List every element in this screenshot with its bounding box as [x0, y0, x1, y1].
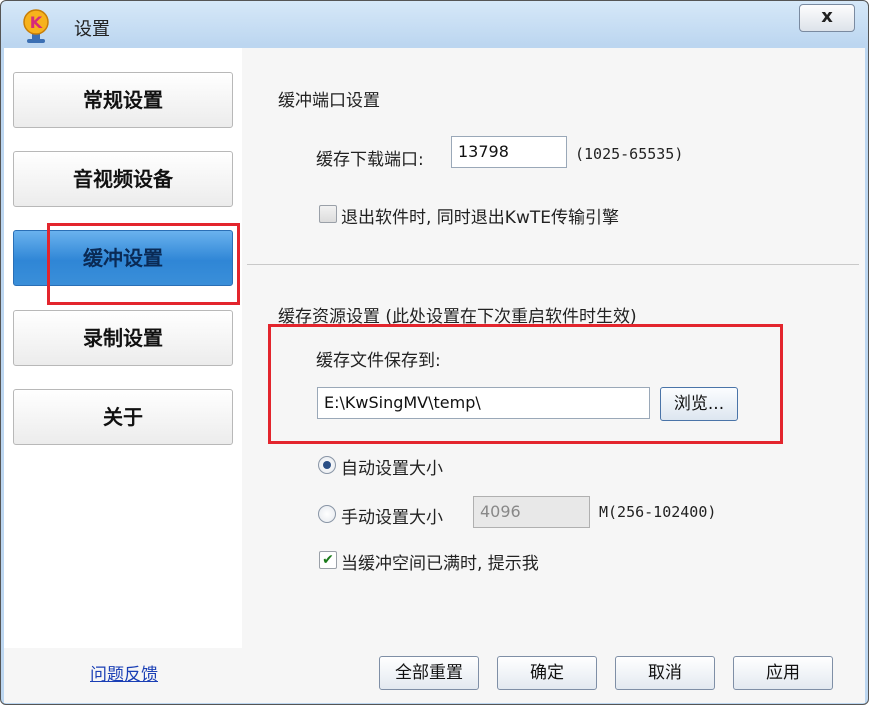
buffer-settings-panel: 缓冲端口设置 缓存下载端口: 13798 (1025-65535) 退出软件时,…	[242, 48, 865, 648]
annotation-highlight-cache-path	[268, 324, 783, 444]
sidebar-item-recording[interactable]: 录制设置	[13, 310, 233, 366]
reset-all-button[interactable]: 全部重置	[379, 656, 479, 690]
dialog-client-area: 常规设置 音视频设备 缓冲设置 录制设置 关于 缓冲端口设置 缓存下载端口: 1…	[4, 48, 865, 703]
manual-size-range-hint: M(256-102400)	[599, 503, 717, 521]
sidebar-item-audio-video[interactable]: 音视频设备	[13, 151, 233, 207]
app-logo-icon: K	[23, 9, 49, 43]
window-title: 设置	[74, 19, 110, 40]
exit-engine-checkbox[interactable]	[319, 205, 337, 223]
auto-size-radio[interactable]	[318, 456, 336, 474]
close-button[interactable]: x	[799, 4, 855, 32]
feedback-link[interactable]: 问题反馈	[90, 660, 158, 685]
radio-selected-dot	[323, 461, 331, 469]
download-port-label: 缓存下载端口:	[316, 150, 424, 170]
section-divider	[247, 264, 859, 265]
sidebar-item-general[interactable]: 常规设置	[13, 72, 233, 128]
settings-window: K 设置 x 常规设置 音视频设备 缓冲设置 录制设置 关于 缓冲端口设置 缓存…	[0, 0, 869, 705]
buffer-port-section-title: 缓冲端口设置	[278, 91, 380, 111]
ok-button[interactable]: 确定	[497, 656, 597, 690]
sidebar-item-about[interactable]: 关于	[13, 389, 233, 445]
download-port-input[interactable]: 13798	[451, 136, 567, 168]
cancel-button[interactable]: 取消	[615, 656, 715, 690]
notify-full-label: 当缓冲空间已满时, 提示我	[341, 554, 539, 574]
svg-text:K: K	[30, 13, 43, 32]
settings-sidebar: 常规设置 音视频设备 缓冲设置 录制设置 关于	[4, 48, 242, 648]
exit-engine-label: 退出软件时, 同时退出KwTE传输引擎	[341, 208, 619, 228]
annotation-highlight-nav	[47, 223, 240, 305]
port-range-hint: (1025-65535)	[575, 145, 684, 163]
manual-size-input[interactable]: 4096	[473, 496, 590, 528]
manual-size-label: 手动设置大小	[341, 508, 443, 528]
title-bar: K 设置 x	[1, 1, 868, 53]
dialog-footer: 问题反馈 全部重置 确定 取消 应用	[4, 648, 865, 703]
auto-size-label: 自动设置大小	[341, 459, 443, 479]
manual-size-radio[interactable]	[318, 505, 336, 523]
apply-button[interactable]: 应用	[733, 656, 833, 690]
notify-full-checkbox[interactable]: ✔	[319, 551, 337, 569]
